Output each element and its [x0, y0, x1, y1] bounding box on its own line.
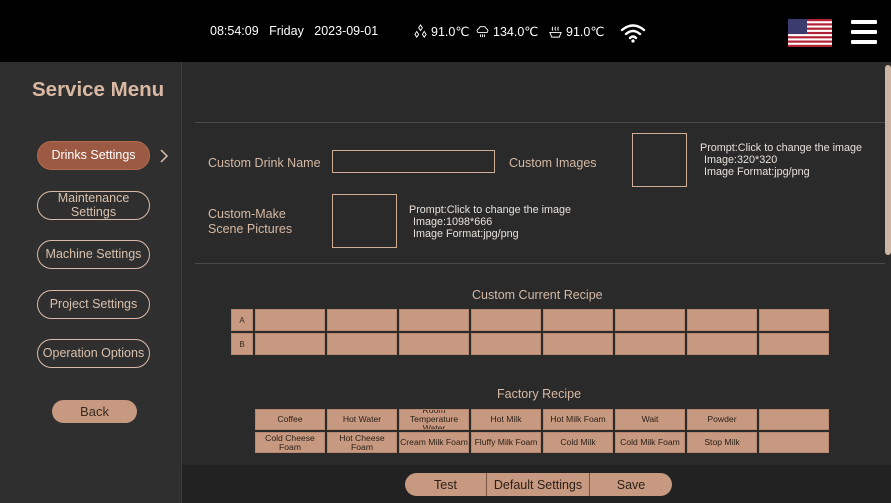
scene-pictures-prompt: Prompt:Click to change the image Image:1…	[409, 204, 571, 240]
scene-label-line: Scene Pictures	[208, 222, 293, 236]
recipe-slot-a5[interactable]	[543, 309, 613, 331]
cup-temp: 91.0℃	[548, 24, 604, 39]
day-text: Friday	[269, 24, 304, 38]
back-button[interactable]: Back	[52, 400, 137, 423]
custom-images-label: Custom Images	[509, 156, 597, 170]
steam-temp: 134.0℃	[475, 24, 538, 39]
us-flag-icon[interactable]	[788, 19, 832, 47]
factory-item-powder[interactable]: Powder	[687, 409, 757, 430]
recipe-slot-b3[interactable]	[399, 333, 469, 355]
save-button[interactable]: Save	[590, 473, 672, 496]
sidebar-item-operation-options[interactable]: Operation Options	[37, 339, 150, 368]
factory-item-empty[interactable]	[759, 432, 829, 453]
custom-drink-name-input[interactable]	[332, 150, 495, 173]
sidebar: Service Menu	[0, 62, 182, 503]
service-menu-screen: 08:54:09 Friday 2023-09-01 91.0℃ 134.0℃ …	[0, 0, 891, 503]
prompt-line: Image:1098*666	[413, 216, 493, 228]
factory-item-coffee[interactable]: Coffee	[255, 409, 325, 430]
date-text: 2023-09-01	[314, 24, 379, 38]
prompt-line: Image Format:jpg/png	[413, 228, 519, 240]
factory-recipe-grid: Coffee Hot Water Room Temperature Water …	[255, 409, 829, 453]
hamburger-menu-icon[interactable]	[851, 20, 877, 44]
recipe-slot-b1[interactable]	[255, 333, 325, 355]
steam-icon	[476, 26, 489, 38]
scene-label-line: Custom-Make	[208, 207, 286, 221]
factory-item-wait[interactable]: Wait	[615, 409, 685, 430]
custom-recipe-grid: A B	[231, 309, 829, 355]
clock: 08:54:09 Friday 2023-09-01	[210, 24, 378, 38]
scene-picture-picker[interactable]	[332, 194, 397, 248]
factory-item-empty[interactable]	[759, 409, 829, 430]
temp3-text: 91.0℃	[566, 25, 605, 39]
status-bar: 08:54:09 Friday 2023-09-01 91.0℃ 134.0℃ …	[0, 0, 891, 62]
factory-item-hot-milk[interactable]: Hot Milk	[471, 409, 541, 430]
sidebar-item-drinks-settings[interactable]: Drinks Settings	[37, 141, 150, 170]
sidebar-item-maintenance-settings[interactable]: Maintenance Settings	[37, 191, 150, 220]
divider	[195, 263, 885, 264]
recipe-slot-a1[interactable]	[255, 309, 325, 331]
factory-item-cold-milk-foam[interactable]: Cold Milk Foam	[615, 432, 685, 453]
recipe-slot-a2[interactable]	[327, 309, 397, 331]
recipe-slot-b4[interactable]	[471, 333, 541, 355]
recipe-slot-a8[interactable]	[759, 309, 829, 331]
action-buttons: Test Default Settings Save	[405, 473, 672, 496]
boiler-temp: 91.0℃	[413, 24, 469, 39]
prompt-line: Image:320*320	[704, 154, 778, 166]
row-label-b: B	[231, 333, 253, 355]
recipe-slot-a4[interactable]	[471, 309, 541, 331]
factory-recipe-title: Factory Recipe	[497, 387, 582, 401]
prompt-line: Prompt:Click to change the image	[700, 142, 863, 154]
temp2-text: 134.0℃	[493, 25, 539, 39]
page-title: Service Menu	[32, 78, 165, 101]
sidebar-item-machine-settings[interactable]: Machine Settings	[37, 240, 150, 269]
recipe-slot-b7[interactable]	[687, 333, 757, 355]
custom-image-picker[interactable]	[632, 133, 687, 187]
recipe-slot-a3[interactable]	[399, 309, 469, 331]
factory-item-cold-cheese-foam[interactable]: Cold Cheese Foam	[255, 432, 325, 453]
cup-heater-icon	[549, 26, 562, 38]
boiler-icon	[414, 24, 427, 38]
recipe-slot-b6[interactable]	[615, 333, 685, 355]
prompt-line: Image Format:jpg/png	[704, 166, 810, 178]
custom-images-prompt: Prompt:Click to change the image Image:3…	[700, 142, 862, 178]
row-label-a: A	[231, 309, 253, 331]
time-text: 08:54:09	[210, 24, 259, 38]
recipe-slot-a7[interactable]	[687, 309, 757, 331]
factory-item-cream-milk-foam[interactable]: Cream Milk Foam	[399, 432, 469, 453]
factory-item-cold-milk[interactable]: Cold Milk	[543, 432, 613, 453]
recipe-slot-b5[interactable]	[543, 333, 613, 355]
custom-recipe-title: Custom Current Recipe	[472, 288, 603, 302]
wifi-icon	[620, 24, 646, 43]
sidebar-item-project-settings[interactable]: Project Settings	[37, 290, 150, 319]
default-settings-button[interactable]: Default Settings	[487, 473, 590, 496]
factory-item-hot-milk-foam[interactable]: Hot Milk Foam	[543, 409, 613, 430]
temp1-text: 91.0℃	[431, 25, 470, 39]
recipe-slot-b2[interactable]	[327, 333, 397, 355]
factory-item-hot-water[interactable]: Hot Water	[327, 409, 397, 430]
recipe-slot-b8[interactable]	[759, 333, 829, 355]
recipe-slot-a6[interactable]	[615, 309, 685, 331]
factory-item-stop-milk[interactable]: Stop Milk	[687, 432, 757, 453]
factory-item-hot-cheese-foam[interactable]: Hot Cheese Foam	[327, 432, 397, 453]
scene-pictures-label: Custom-Make Scene Pictures	[208, 207, 292, 237]
divider	[195, 122, 885, 123]
factory-item-room-temperature-water[interactable]: Room Temperature Water	[399, 409, 469, 430]
custom-drink-name-label: Custom Drink Name	[208, 156, 321, 170]
factory-item-fluffy-milk-foam[interactable]: Fluffy Milk Foam	[471, 432, 541, 453]
scrollbar[interactable]	[885, 65, 891, 255]
chevron-right-icon	[160, 149, 169, 163]
test-button[interactable]: Test	[405, 473, 487, 496]
prompt-line: Prompt:Click to change the image	[409, 204, 572, 216]
